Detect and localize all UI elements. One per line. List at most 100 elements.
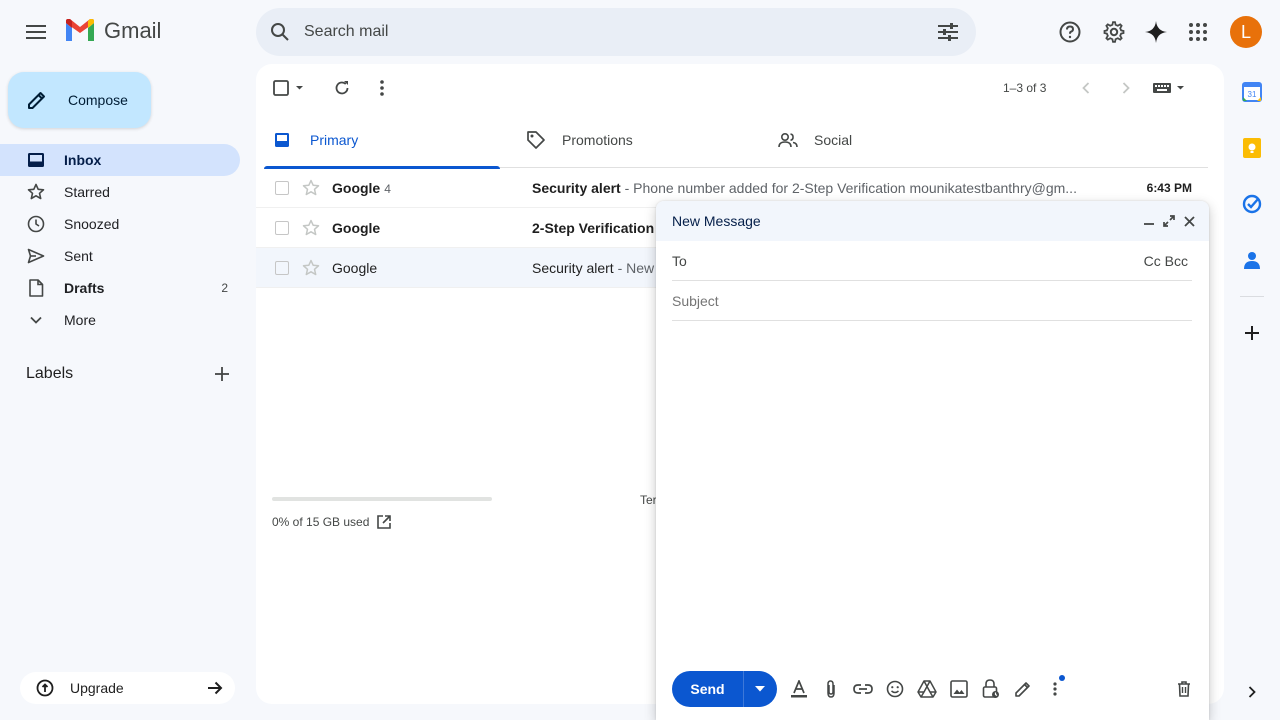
compose-header[interactable]: New Message — [656, 201, 1209, 241]
calendar-icon[interactable]: 31 — [1232, 72, 1272, 112]
people-icon — [778, 132, 798, 148]
sidebar-item-starred[interactable]: Starred — [0, 176, 240, 208]
tasks-icon[interactable] — [1232, 184, 1272, 224]
notification-dot — [1059, 675, 1065, 681]
minimize-icon[interactable] — [1139, 211, 1159, 231]
storage-meter: 0% of 15 GB used — [272, 497, 492, 529]
emoji-icon[interactable] — [879, 673, 911, 705]
search-icon[interactable] — [256, 8, 304, 56]
search-input[interactable]: Search mail — [304, 23, 924, 41]
sidebar-item-label: Inbox — [64, 152, 102, 168]
row-sender: Google — [332, 219, 381, 236]
compose-label: Compose — [68, 92, 128, 108]
sidebar-item-snoozed[interactable]: Snoozed — [0, 208, 240, 240]
pencil-icon — [26, 89, 50, 111]
refresh-icon[interactable] — [326, 72, 358, 104]
main-menu-button[interactable] — [16, 12, 56, 52]
terms-link[interactable]: Terms — [640, 493, 656, 507]
sidebar-item-label: Snoozed — [64, 216, 120, 232]
compose-button[interactable]: Compose — [8, 72, 151, 128]
row-time: 6:43 PM — [1146, 180, 1192, 195]
gmail-logo[interactable]: Gmail — [64, 18, 161, 44]
close-icon[interactable] — [1179, 211, 1199, 231]
get-addons-plus-icon[interactable] — [1232, 313, 1272, 353]
star-outline-icon[interactable] — [302, 219, 320, 237]
drafts-count: 2 — [221, 281, 228, 295]
keep-icon[interactable] — [1232, 128, 1272, 168]
signature-pen-icon[interactable] — [1007, 673, 1039, 705]
to-label: To — [672, 252, 687, 269]
settings-gear-icon[interactable] — [1094, 12, 1134, 52]
more-options-icon[interactable] — [1039, 673, 1071, 705]
row-checkbox[interactable] — [275, 260, 289, 275]
fullscreen-icon[interactable] — [1159, 211, 1179, 231]
chevron-down-icon — [26, 310, 46, 330]
search-options-icon[interactable] — [924, 8, 972, 56]
more-vert-icon[interactable] — [366, 72, 398, 104]
sidebar-item-label: Drafts — [64, 280, 105, 296]
category-tabs: Primary Promotions Social — [264, 112, 1208, 169]
message-body[interactable] — [672, 322, 1192, 662]
insert-photo-icon[interactable] — [943, 673, 975, 705]
mail-toolbar: 1–3 of 3 — [264, 72, 1216, 104]
cc-bcc-link[interactable]: Cc Bcc — [1144, 253, 1188, 269]
row-subject: 2-Step Verification — [532, 219, 655, 236]
compose-title: New Message — [672, 213, 761, 229]
upgrade-button[interactable]: Upgrade — [20, 672, 235, 704]
sidebar-item-inbox[interactable]: Inbox — [0, 144, 240, 176]
pagination-text: 1–3 of 3 — [1003, 81, 1047, 95]
sidebar-item-label: Sent — [64, 248, 93, 264]
apps-grid-icon[interactable] — [1178, 12, 1218, 52]
subject-field[interactable]: Subject — [672, 281, 1192, 321]
help-icon[interactable] — [1050, 12, 1090, 52]
insert-link-icon[interactable] — [847, 673, 879, 705]
tab-promotions[interactable]: Promotions — [516, 112, 752, 168]
upgrade-circle-icon — [20, 679, 70, 697]
confidential-mode-icon[interactable] — [975, 673, 1007, 705]
select-all-checkbox[interactable] — [272, 72, 308, 104]
clock-icon — [26, 214, 46, 234]
gemini-sparkle-icon[interactable] — [1136, 12, 1176, 52]
row-preview: Security alert - Phone number added for … — [532, 180, 1096, 196]
storage-label: 0% of 15 GB used — [272, 515, 370, 529]
sidebar-item-label: More — [64, 312, 96, 328]
to-field[interactable]: To Cc Bcc — [672, 241, 1192, 281]
side-panel: 31 — [1232, 72, 1272, 369]
star-outline-icon[interactable] — [302, 179, 320, 197]
tab-social[interactable]: Social — [768, 112, 1004, 168]
tab-label: Social — [814, 132, 853, 148]
send-options-dropdown-icon[interactable] — [744, 671, 776, 707]
attach-paperclip-icon[interactable] — [815, 673, 847, 705]
sidebar-item-drafts[interactable]: Drafts 2 — [0, 272, 240, 304]
discard-trash-icon[interactable] — [1168, 673, 1200, 705]
send-button[interactable]: Send — [672, 671, 777, 707]
drive-icon[interactable] — [911, 673, 943, 705]
row-checkbox[interactable] — [275, 220, 289, 235]
gmail-m-icon — [66, 19, 94, 41]
row-subject: Security alert — [532, 179, 621, 196]
open-external-icon[interactable] — [377, 515, 392, 529]
sidebar-item-sent[interactable]: Sent — [0, 240, 240, 272]
storage-bar — [272, 497, 492, 501]
tag-icon — [526, 130, 546, 150]
contacts-icon[interactable] — [1232, 240, 1272, 280]
thread-count: 4 — [384, 181, 391, 196]
compose-footer: Send — [672, 671, 1200, 707]
add-label-plus-icon[interactable] — [212, 364, 232, 384]
prev-page-icon[interactable] — [1070, 72, 1102, 104]
formatting-options-icon[interactable] — [783, 673, 815, 705]
show-side-panel-chevron-icon[interactable] — [1240, 680, 1264, 704]
row-subject: Security alert — [532, 259, 614, 276]
labels-title: Labels — [26, 365, 74, 382]
search-bar[interactable]: Search mail — [256, 8, 976, 56]
subject-placeholder: Subject — [672, 292, 719, 309]
account-avatar[interactable]: L — [1230, 16, 1262, 48]
star-outline-icon[interactable] — [302, 259, 320, 277]
row-checkbox[interactable] — [275, 180, 289, 195]
sidebar-item-more[interactable]: More — [0, 304, 240, 336]
tab-primary[interactable]: Primary — [264, 112, 500, 169]
hamburger-icon — [26, 25, 46, 39]
next-page-icon[interactable] — [1110, 72, 1142, 104]
input-tools-keyboard-icon[interactable] — [1150, 72, 1190, 104]
sidebar-item-label: Starred — [64, 184, 110, 200]
